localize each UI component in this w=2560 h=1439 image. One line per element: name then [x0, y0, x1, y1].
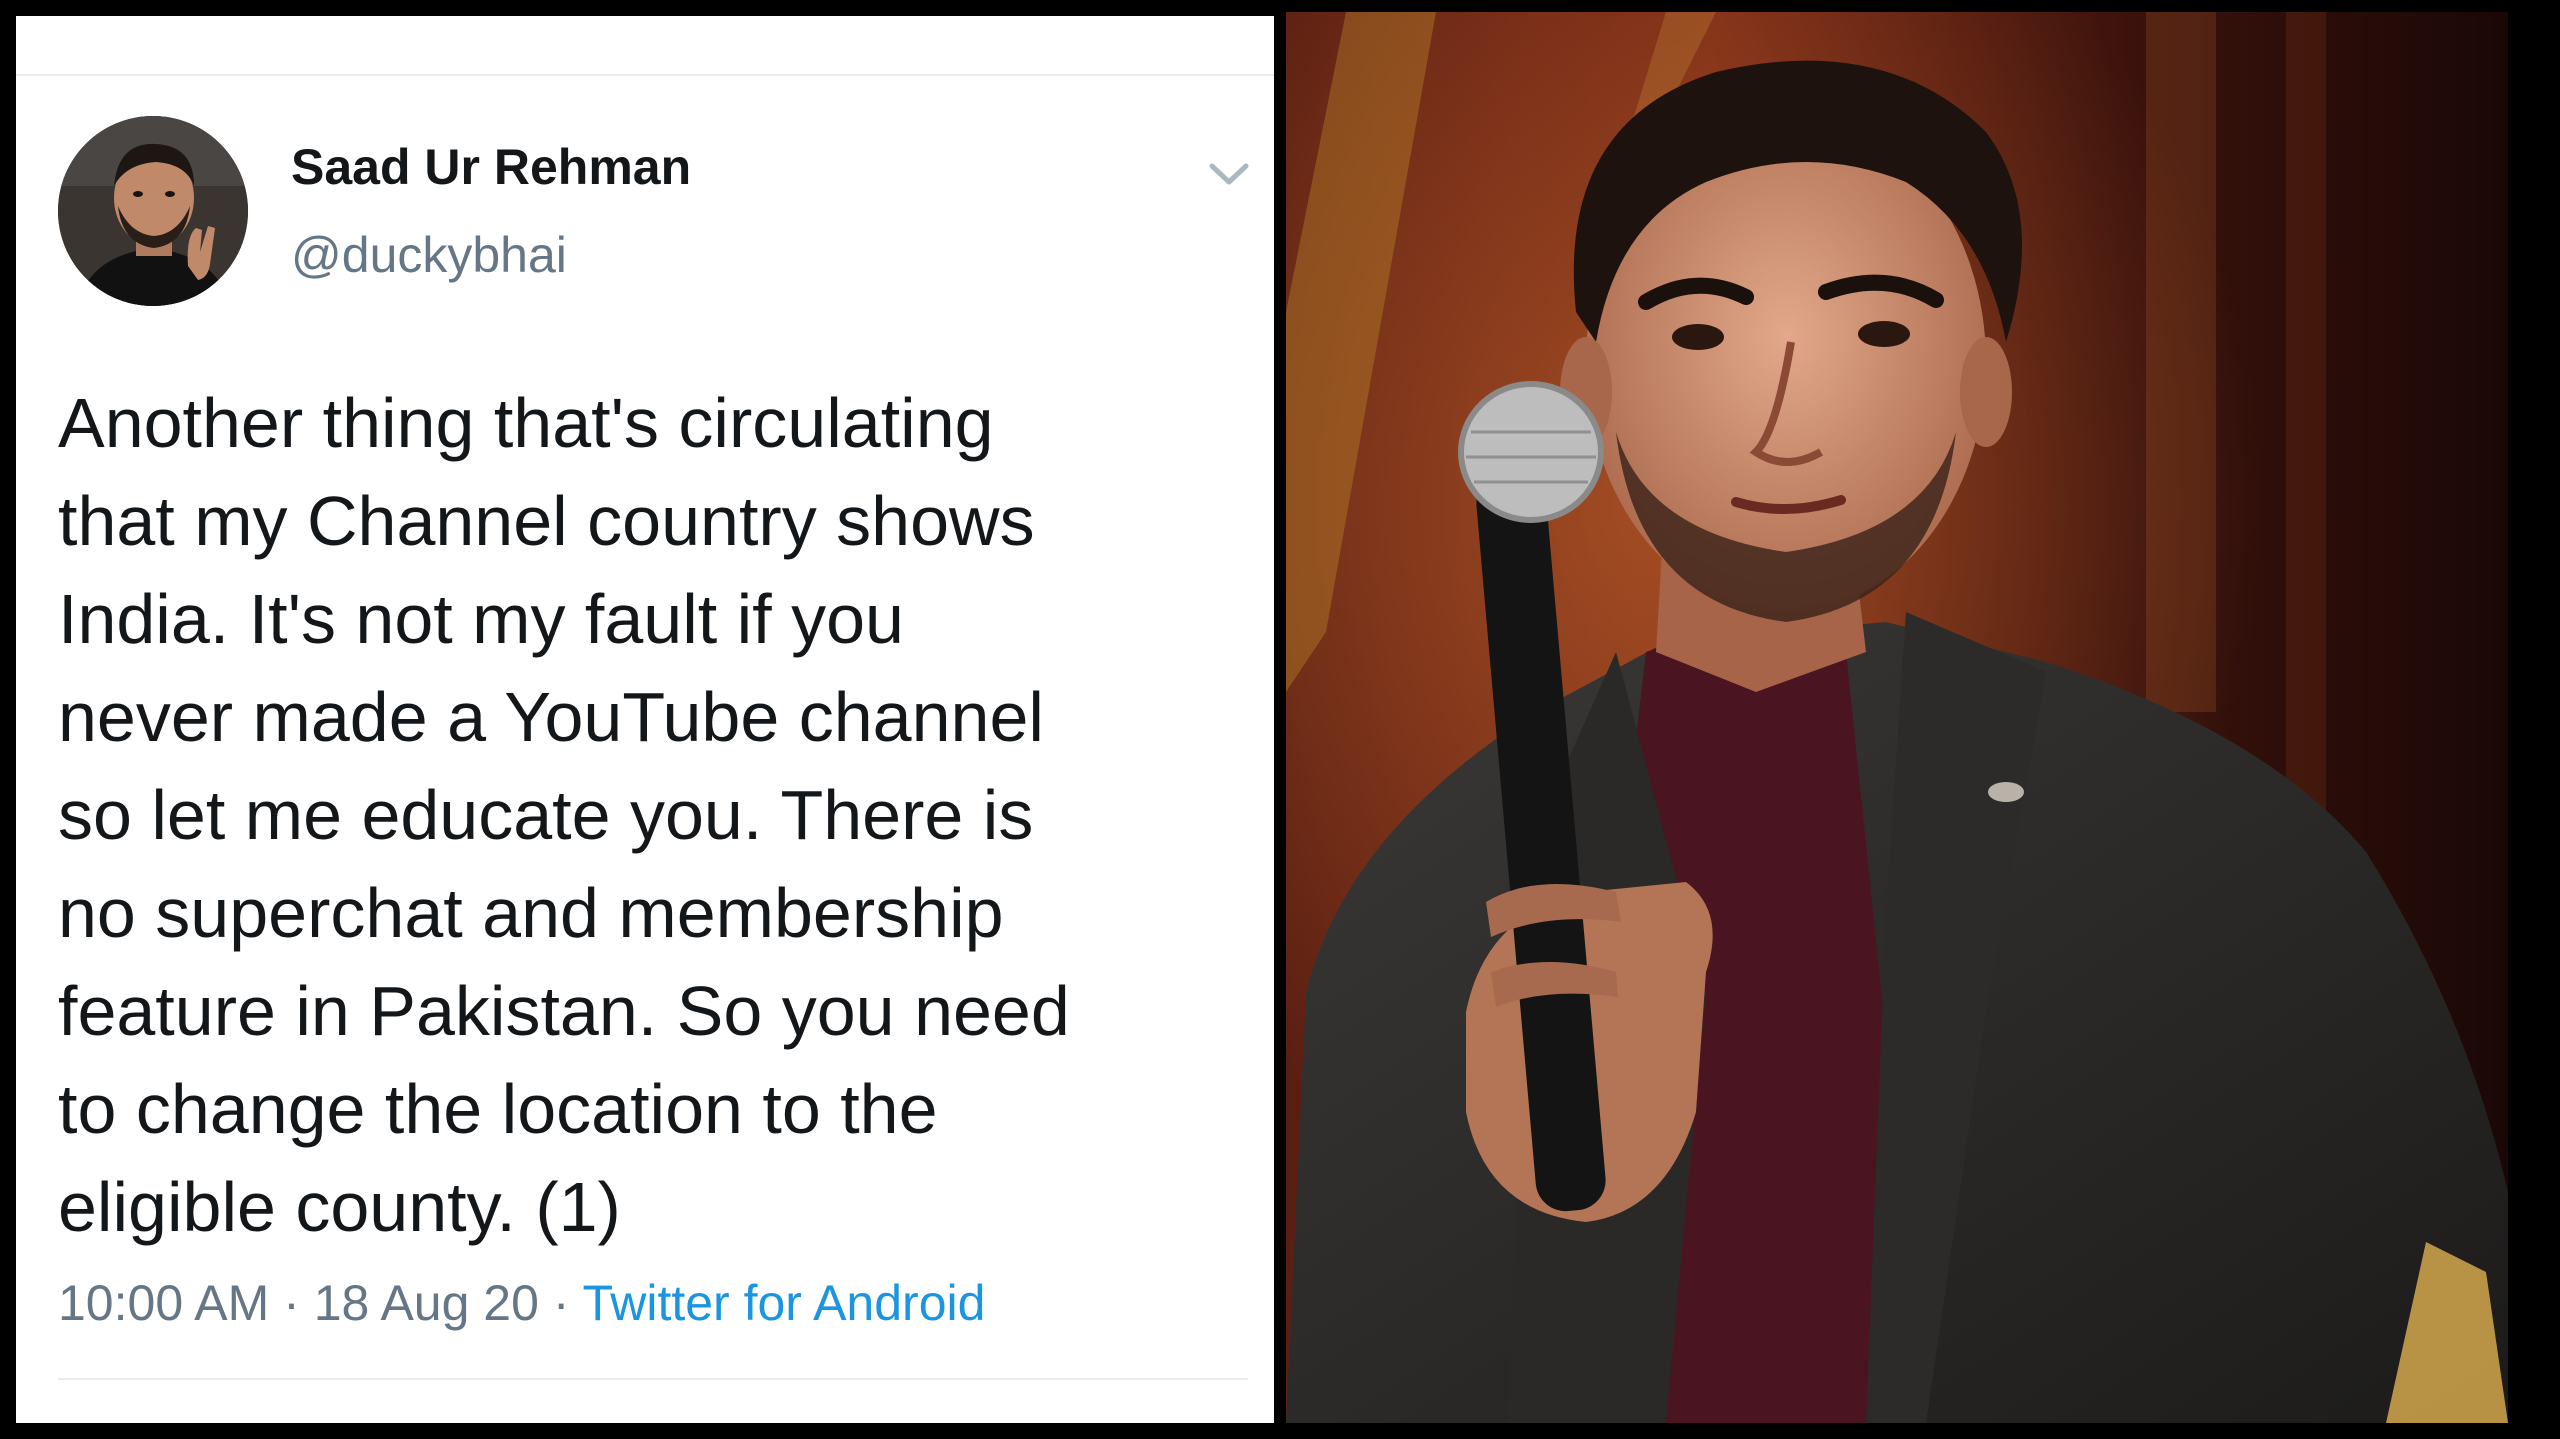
top-divider	[16, 74, 1274, 76]
tweet-text-line: Another thing that's circulating	[58, 384, 994, 462]
tweet-text-line: so let me educate you. There is	[58, 776, 1034, 854]
tweet-source-link[interactable]: Twitter for Android	[582, 1275, 985, 1331]
tweet-text-line: feature in Pakistan. So you need	[58, 972, 1070, 1050]
tweet-text-line: that my Channel country shows	[58, 482, 1035, 560]
chevron-down-icon[interactable]	[1206, 158, 1252, 190]
display-name[interactable]: Saad Ur Rehman	[291, 138, 691, 196]
speaker-photo	[1286, 12, 2508, 1423]
avatar[interactable]	[58, 116, 248, 306]
tweet-text: Another thing that's circulating that my…	[58, 374, 1248, 1256]
man-holding-microphone-photo	[1286, 12, 2508, 1423]
avatar-image	[58, 116, 248, 306]
meta-separator: ·	[538, 1275, 583, 1331]
tweet-text-line: India. It's not my fault if you	[58, 580, 904, 658]
tweet-text-line: never made a YouTube channel	[58, 678, 1044, 756]
image-frame: Saad Ur Rehman @duckybhai Another thing …	[0, 0, 2560, 1439]
meta-separator: ·	[269, 1275, 314, 1331]
user-handle[interactable]: @duckybhai	[291, 226, 567, 284]
tweet-metadata: 10:00 AM · 18 Aug 20 · Twitter for Andro…	[58, 1274, 985, 1332]
tweet-time[interactable]: 10:00 AM	[58, 1275, 269, 1331]
tweet-text-line: to change the location to the	[58, 1070, 938, 1148]
tweet-text-line: no superchat and membership	[58, 874, 1004, 952]
tweet-date[interactable]: 18 Aug 20	[314, 1275, 539, 1331]
tweet-text-line: eligible county. (1)	[58, 1168, 621, 1246]
bottom-divider	[58, 1378, 1248, 1380]
tweet-card: Saad Ur Rehman @duckybhai Another thing …	[16, 16, 1274, 1423]
